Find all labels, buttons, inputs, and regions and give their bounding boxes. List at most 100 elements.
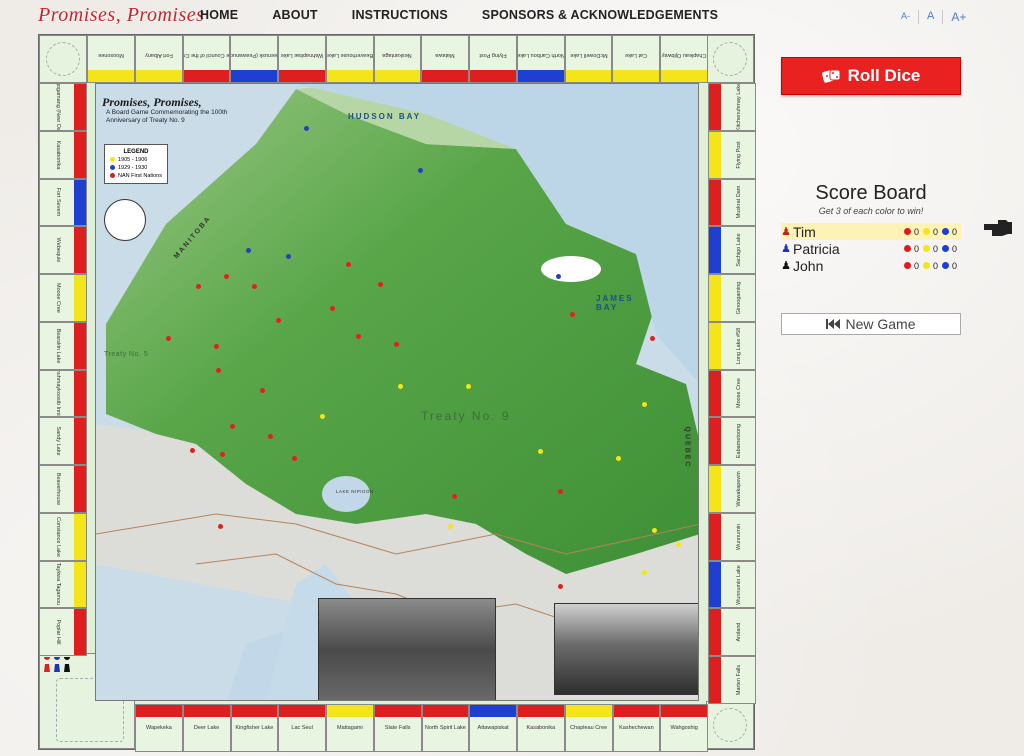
space-label: Beaverhouse bbox=[55, 472, 61, 506]
space-color-band bbox=[231, 70, 278, 82]
space-label: Deer Lake bbox=[193, 725, 220, 731]
space-color-band bbox=[565, 70, 612, 82]
site-logo[interactable]: Promises, Promises bbox=[38, 4, 204, 27]
blue-token-icon bbox=[941, 228, 949, 235]
nav-about[interactable]: ABOUT bbox=[272, 8, 317, 22]
space-label: Beaverhouse Lake bbox=[326, 52, 373, 58]
board-space-top: Fort Albany bbox=[134, 35, 183, 83]
board-space-bottom: Slate Falls bbox=[373, 704, 422, 752]
board-space-top: North Caribou Lake bbox=[516, 35, 565, 83]
blue-token-icon bbox=[941, 245, 949, 252]
space-color-band bbox=[661, 70, 707, 82]
board-space-left: Webequie bbox=[39, 226, 87, 274]
nav-instructions[interactable]: INSTRUCTIONS bbox=[352, 8, 448, 22]
space-color-band bbox=[374, 70, 421, 82]
yellow-token-icon bbox=[922, 228, 930, 235]
board-space-left: Beaverhouse bbox=[39, 465, 87, 513]
legend-item: 1905 - 1906 bbox=[110, 156, 162, 164]
nav-sponsors[interactable]: SPONSORS & ACKNOWLEDGEMENTS bbox=[482, 8, 718, 22]
board-space-bottom: Attawapiskat bbox=[469, 704, 517, 752]
red-token-icon bbox=[903, 245, 911, 252]
new-game-button[interactable]: New Game bbox=[781, 313, 961, 335]
space-label: Eabametoong bbox=[736, 424, 742, 459]
space-color-band bbox=[74, 466, 86, 512]
space-color-band bbox=[135, 70, 182, 82]
board-space-right: Flying Post bbox=[708, 130, 756, 179]
board-space-left: Mishkeegogamang (New Osnaburgh) bbox=[39, 83, 87, 131]
player-name: John bbox=[793, 257, 824, 274]
space-label: Marten Falls bbox=[736, 664, 742, 696]
space-color-band bbox=[374, 705, 421, 717]
board-space-right: Moose Cree bbox=[708, 369, 756, 418]
red-token-icon bbox=[903, 262, 911, 269]
player-row: ♟ Patricia 0 0 0 bbox=[781, 240, 961, 257]
font-increase-button[interactable]: A+ bbox=[942, 10, 974, 24]
space-color-band bbox=[565, 705, 612, 717]
space-color-band bbox=[613, 705, 660, 717]
board-corner-top-right bbox=[706, 35, 754, 83]
board-corner-bottom-right bbox=[706, 701, 754, 749]
yellow-count: 0 bbox=[932, 260, 938, 271]
legend-title: LEGEND bbox=[123, 149, 149, 155]
space-color-band bbox=[74, 561, 86, 608]
player-pawns-icon bbox=[44, 657, 70, 672]
first-nation-marker-icon bbox=[356, 334, 361, 339]
space-label: Kasabonika bbox=[55, 140, 61, 169]
space-color-band bbox=[709, 179, 721, 226]
board-space-left: Sandy Lake bbox=[39, 417, 87, 465]
space-color-band bbox=[74, 513, 86, 560]
board-space-right: Ginoogaming bbox=[708, 274, 756, 322]
space-color-band bbox=[709, 370, 721, 417]
space-color-band bbox=[661, 705, 707, 717]
board-space-top: Wahnapitae Lake bbox=[278, 35, 326, 83]
player-score: 0 0 0 bbox=[901, 244, 957, 254]
space-label: Kitchenuhmaykoosib Inninuwug bbox=[55, 369, 61, 418]
space-label: Wunnumin Lake bbox=[736, 564, 742, 605]
board-space-right: Wunnumin Lake bbox=[708, 560, 756, 609]
first-nation-marker-icon bbox=[394, 342, 399, 347]
player-name: Tim bbox=[793, 223, 816, 240]
font-size-controls: A- A A+ bbox=[893, 10, 974, 24]
board-corner-top-left bbox=[39, 35, 87, 83]
legend-label: NAN First Nations bbox=[118, 173, 163, 179]
space-label: Wahnapitae Lake bbox=[280, 52, 324, 58]
space-label: Flying Post bbox=[736, 141, 742, 169]
player-icon: ♟ bbox=[781, 243, 791, 255]
space-label: Long Lake #58 bbox=[736, 327, 742, 364]
space-label: Moose Cree bbox=[55, 282, 61, 313]
first-nation-marker-icon bbox=[556, 274, 561, 279]
roll-dice-button[interactable]: Roll Dice bbox=[781, 57, 961, 95]
legend-item: 1929 - 1930 bbox=[110, 164, 162, 172]
first-nation-marker-icon bbox=[652, 528, 657, 533]
first-nation-marker-icon bbox=[378, 282, 383, 287]
first-nation-marker-icon bbox=[650, 336, 655, 341]
first-nation-marker-icon bbox=[642, 570, 647, 575]
player-name: Patricia bbox=[793, 240, 840, 257]
font-decrease-button[interactable]: A- bbox=[893, 10, 918, 24]
first-nation-marker-icon bbox=[230, 424, 235, 429]
space-label: Wapekeka bbox=[145, 725, 172, 731]
first-nation-marker-icon bbox=[292, 456, 297, 461]
board-space-top: Chapleau Ojibway bbox=[660, 35, 708, 83]
nav-home[interactable]: HOME bbox=[200, 8, 238, 22]
space-label: Mishkeegogamang (New Osnaburgh) bbox=[55, 83, 61, 131]
treaty-5-label: Treaty No. 5 bbox=[104, 351, 149, 358]
board-space-right: Muskrat Dam bbox=[708, 178, 756, 227]
corner-emblem-icon bbox=[46, 42, 80, 76]
board-space-left: Kasabonika bbox=[39, 130, 87, 179]
game-board: Promises, Promises, A Board Game Commemo… bbox=[38, 34, 756, 752]
red-count: 0 bbox=[913, 243, 919, 254]
blue-count: 0 bbox=[951, 243, 957, 254]
font-reset-button[interactable]: A bbox=[918, 10, 942, 24]
yellow-count: 0 bbox=[932, 226, 938, 237]
board-space-right: Eabametoong bbox=[708, 417, 756, 466]
map-emblem-icon bbox=[104, 199, 146, 241]
board-space-bottom: Kasabonika bbox=[517, 704, 565, 752]
board-space-bottom: Kingfisher Lake bbox=[230, 704, 279, 752]
space-label: North Spirit Lake bbox=[424, 725, 466, 731]
space-color-band bbox=[74, 131, 86, 178]
space-label: Poplar Hill bbox=[55, 619, 61, 645]
first-nation-marker-icon bbox=[214, 344, 219, 349]
dice-icon bbox=[821, 69, 841, 83]
blue-count: 0 bbox=[951, 226, 957, 237]
